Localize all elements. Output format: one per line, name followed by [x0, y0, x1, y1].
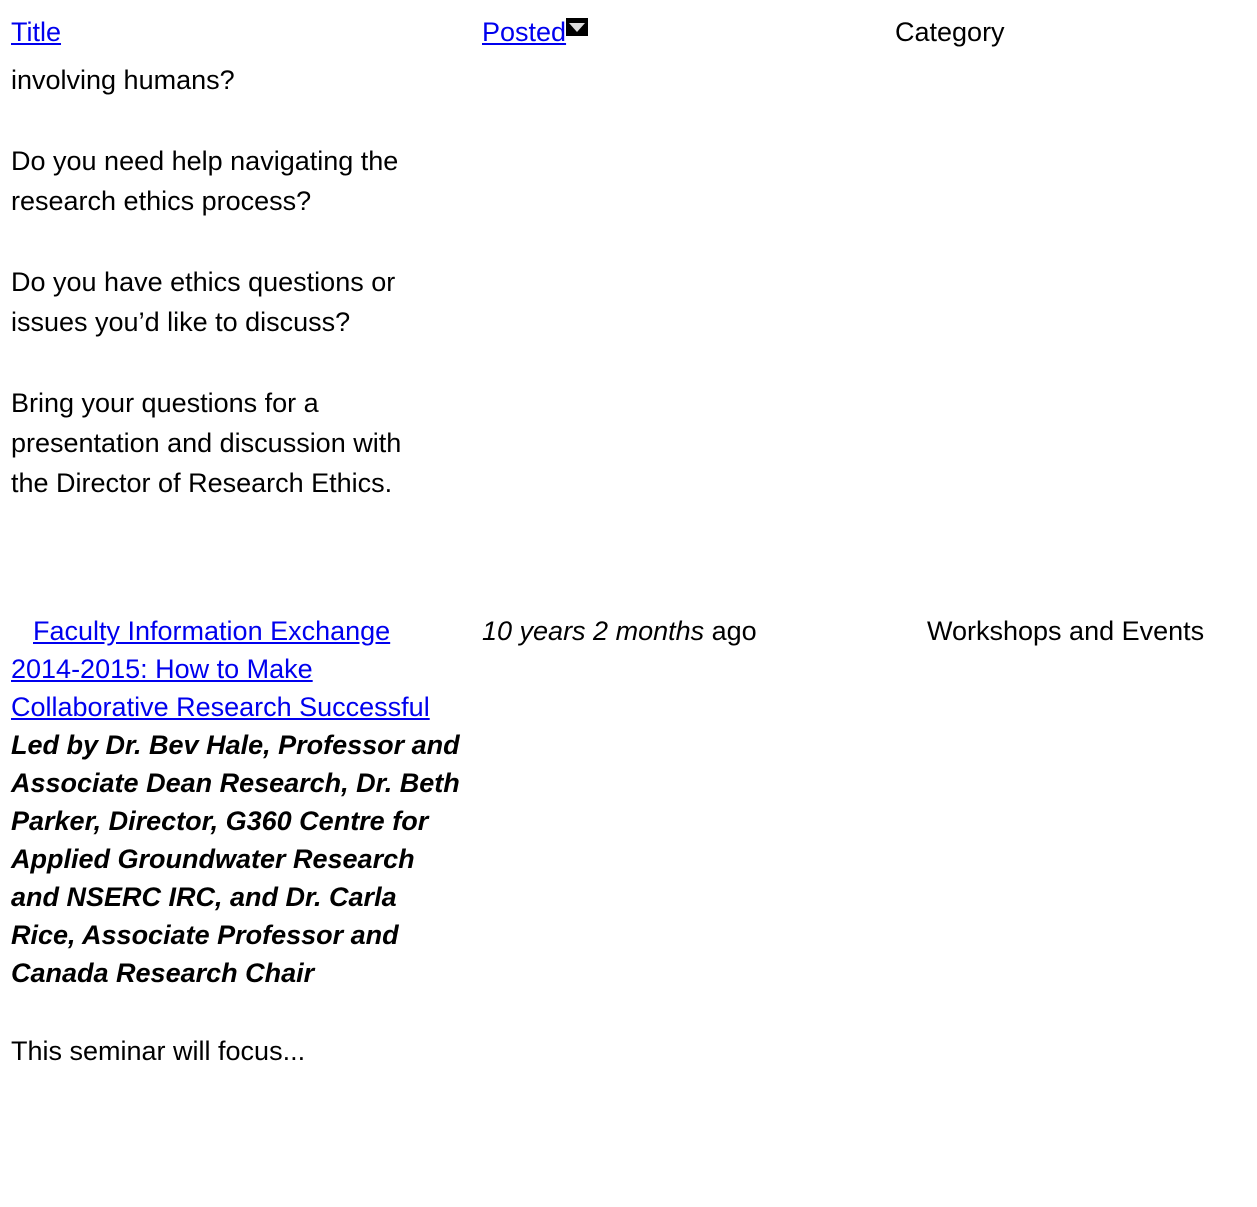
- posted-suffix: ago: [704, 616, 757, 646]
- sort-by-title-link[interactable]: Title: [11, 17, 61, 47]
- column-header-category: Category: [895, 17, 1005, 47]
- row-body-paragraph: involving humans?: [11, 65, 235, 95]
- column-header-posted: Posted: [482, 12, 589, 52]
- post-title-link[interactable]: Faculty Information Exchange 2014-2015: …: [11, 616, 430, 722]
- sort-by-posted-link[interactable]: Posted: [482, 17, 566, 47]
- row-body-paragraph: Do you need help navigating the research…: [11, 146, 399, 216]
- table-row: Faculty Information Exchange 2014-2015: …: [11, 612, 471, 1070]
- sort-descending-icon[interactable]: [566, 18, 589, 36]
- posted-age: 10 years 2 months: [482, 616, 705, 646]
- table-row: involving humans? Do you need help navig…: [11, 60, 441, 544]
- post-lead-text: Led by Dr. Bev Hale, Professor and Assoc…: [11, 730, 460, 988]
- post-category: Workshops and Events: [927, 616, 1205, 646]
- row-body-paragraph: Bring your questions for a presentation …: [11, 388, 402, 498]
- post-teaser-text: This seminar will focus...: [11, 1036, 306, 1066]
- column-header-title: Title: [11, 12, 471, 52]
- row-body-paragraph: Do you have ethics questions or issues y…: [11, 267, 396, 337]
- post-posted-cell: 10 years 2 months ago: [482, 612, 757, 650]
